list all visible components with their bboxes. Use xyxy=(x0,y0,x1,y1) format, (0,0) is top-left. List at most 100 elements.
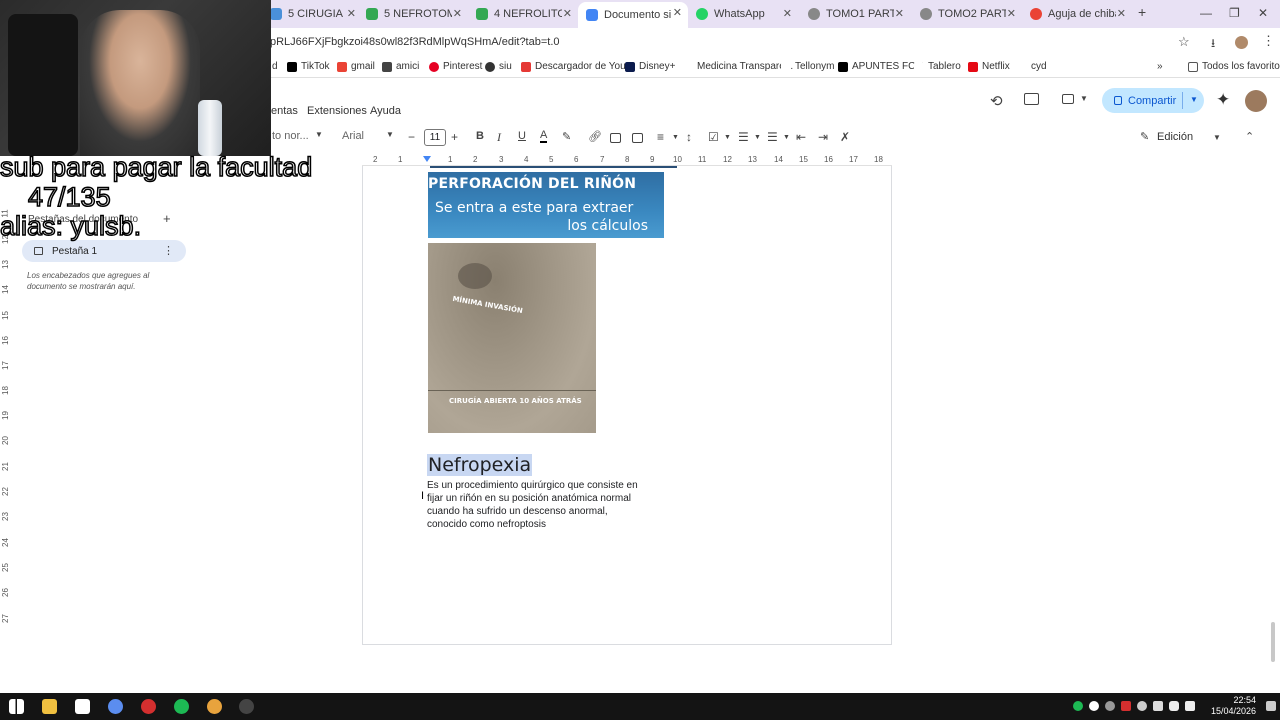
checklist-icon[interactable]: ☑ xyxy=(708,130,719,144)
chrome-icon[interactable] xyxy=(108,699,123,714)
meet-icon[interactable] xyxy=(1062,94,1074,104)
banner-image[interactable]: PERFORACIÓN DEL RIÑÓN Se entra a este pa… xyxy=(428,172,664,238)
browser-tab[interactable]: Aguja de chiba - ✕ xyxy=(1022,3,1132,25)
bookmark-item[interactable]: Disney+ xyxy=(625,61,675,72)
new-tab-button[interactable]: + xyxy=(1138,4,1146,20)
app-tray-icon[interactable] xyxy=(1137,701,1147,711)
file-explorer-icon[interactable] xyxy=(42,699,57,714)
profile-avatar[interactable] xyxy=(1235,36,1248,49)
chevron-down-icon[interactable]: ▼ xyxy=(1213,133,1221,142)
bookmark-item[interactable]: Tablero xyxy=(914,61,961,72)
microphone-icon[interactable] xyxy=(1169,701,1179,711)
chevron-down-icon[interactable]: ▼ xyxy=(1190,95,1198,104)
kebab-menu-icon[interactable]: ⋮ xyxy=(163,244,174,257)
line-spacing-icon[interactable]: ↕ xyxy=(686,130,692,144)
insert-image-icon[interactable] xyxy=(632,133,643,143)
edit-mode-select[interactable]: Edición xyxy=(1157,131,1193,143)
volume-icon[interactable] xyxy=(1185,701,1195,711)
indent-marker[interactable] xyxy=(423,156,431,162)
browser-tab[interactable]: 5 CIRUGIA DE UR ✕ xyxy=(262,3,362,25)
horizontal-ruler[interactable]: 2 1 1 2 3 4 5 6 7 8 9 10 11 12 13 14 15 … xyxy=(362,154,892,166)
bookmark-item[interactable]: APUNTES FCM xyxy=(838,61,924,72)
decrease-indent-icon[interactable]: ⇤ xyxy=(796,130,806,144)
close-icon[interactable]: ✕ xyxy=(563,7,572,20)
obs-icon[interactable] xyxy=(239,699,254,714)
font-select[interactable]: Arial xyxy=(342,130,364,142)
underline-icon[interactable]: U xyxy=(518,130,526,142)
increase-font-icon[interactable]: + xyxy=(451,130,458,144)
close-icon[interactable]: ✕ xyxy=(895,7,904,20)
more-bookmarks-icon[interactable]: » xyxy=(1157,61,1163,72)
bulleted-list-icon[interactable]: ☰ xyxy=(738,130,749,144)
windows-start-icon[interactable] xyxy=(9,699,24,714)
chevron-down-icon[interactable]: ▼ xyxy=(386,130,394,139)
menu-extensions[interactable]: Extensiones xyxy=(307,105,367,117)
bookmark-item[interactable]: Medicina Transpare... xyxy=(683,61,793,72)
highlight-icon[interactable]: ✎ xyxy=(562,130,571,143)
app-tray-icon[interactable] xyxy=(1105,701,1115,711)
gemini-icon[interactable]: ✦ xyxy=(1216,90,1230,110)
body-paragraph[interactable]: Es un procedimiento quirúrgico que consi… xyxy=(427,479,642,531)
all-bookmarks[interactable]: Todos los favoritos xyxy=(1188,61,1280,72)
chevron-up-icon[interactable]: ⌃ xyxy=(1245,130,1254,143)
browser-tab[interactable]: 4 NEFROLITOTOM ✕ xyxy=(468,3,578,25)
chevron-down-icon[interactable]: ▼ xyxy=(724,134,731,141)
share-button[interactable]: Compartir ▼ xyxy=(1102,88,1204,113)
decrease-font-icon[interactable]: − xyxy=(408,130,415,144)
red-app-icon[interactable] xyxy=(141,699,156,714)
font-size-input[interactable]: 11 xyxy=(424,129,446,146)
scrollbar[interactable] xyxy=(1271,622,1275,662)
system-clock[interactable]: 22:54 15/04/2026 xyxy=(1211,695,1256,717)
close-icon[interactable]: ✕ xyxy=(347,7,356,20)
whatsapp-tray-icon[interactable] xyxy=(1089,701,1099,711)
style-select[interactable]: to nor... xyxy=(272,130,309,142)
text-color-icon[interactable]: A xyxy=(540,130,548,143)
increase-indent-icon[interactable]: ⇥ xyxy=(818,130,828,144)
app-tray-icon[interactable] xyxy=(1121,701,1131,711)
spotify-tray-icon[interactable] xyxy=(1073,701,1083,711)
network-icon[interactable] xyxy=(1153,701,1163,711)
bookmark-item[interactable]: siu xyxy=(485,61,512,72)
add-comment-icon[interactable] xyxy=(610,133,621,143)
bookmark-item[interactable]: amici xyxy=(382,61,419,72)
comment-icon[interactable] xyxy=(1024,93,1039,105)
document-tab-item[interactable]: Pestaña 1 ⋮ xyxy=(22,240,186,262)
browser-tab[interactable]: WhatsApp ✕ xyxy=(688,3,798,25)
chevron-down-icon[interactable]: ▼ xyxy=(783,134,790,141)
menu-help[interactable]: Ayuda xyxy=(370,105,401,117)
close-window-icon[interactable]: ✕ xyxy=(1258,6,1268,20)
bookmark-item[interactable]: Tellonym xyxy=(781,61,834,72)
store-icon[interactable] xyxy=(75,699,90,714)
link-icon[interactable]: 🔗︎ xyxy=(588,130,602,143)
bookmark-item[interactable]: d xyxy=(272,61,278,72)
bookmark-item[interactable]: cyd xyxy=(1017,61,1047,72)
browser-tab[interactable]: TOMO2 PART1.tif ✕ xyxy=(912,3,1022,25)
download-icon[interactable]: ⭳ xyxy=(1211,34,1215,55)
minimize-icon[interactable]: — xyxy=(1200,6,1212,20)
clear-formatting-icon[interactable]: ✗ xyxy=(840,130,850,144)
chevron-down-icon[interactable]: ▼ xyxy=(1080,94,1088,103)
spotify-icon[interactable] xyxy=(174,699,189,714)
close-icon[interactable]: ✕ xyxy=(673,6,682,19)
restore-icon[interactable]: ❐ xyxy=(1229,6,1240,20)
notification-icon[interactable] xyxy=(1266,701,1276,711)
url-text[interactable]: pRLJ66FXjFbgkzoi48s0wl82f3RdMlpWqSHmA/ed… xyxy=(270,36,560,48)
close-icon[interactable]: ✕ xyxy=(1007,7,1016,20)
bookmark-item[interactable]: Pinterest xyxy=(429,61,482,72)
menu-tools[interactable]: entas xyxy=(271,105,298,117)
add-tab-button[interactable]: + xyxy=(163,211,171,226)
chrome-icon[interactable] xyxy=(207,699,222,714)
account-avatar[interactable] xyxy=(1245,90,1267,112)
browser-tab[interactable]: 5 NEFROTOMIA + ✕ xyxy=(358,3,468,25)
surgery-comparison-image[interactable]: MÍNIMA INVASIÓN CIRUGÍA ABIERTA 10 AÑOS … xyxy=(428,243,596,433)
close-icon[interactable]: ✕ xyxy=(783,7,792,20)
align-icon[interactable]: ≡ xyxy=(657,130,664,144)
bookmark-item[interactable]: Descargador de You... xyxy=(521,61,634,72)
chevron-down-icon[interactable]: ▼ xyxy=(672,134,679,141)
italic-icon[interactable]: I xyxy=(497,130,501,145)
browser-tab[interactable]: TOMO1 PART1.tif ✕ xyxy=(800,3,910,25)
history-icon[interactable]: ⟲ xyxy=(990,92,1003,110)
numbered-list-icon[interactable]: ☰ xyxy=(767,130,778,144)
chevron-down-icon[interactable]: ▼ xyxy=(754,134,761,141)
bookmark-item[interactable]: gmail xyxy=(337,61,375,72)
